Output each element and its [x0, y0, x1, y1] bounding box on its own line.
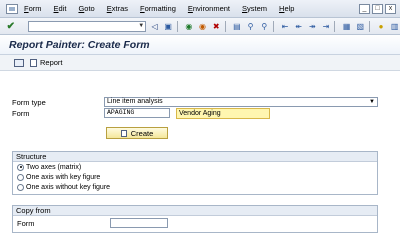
close-button[interactable]: x	[385, 4, 396, 14]
print-icon[interactable]: ▤	[232, 21, 243, 32]
shortcut-icon[interactable]: ▧	[355, 21, 366, 32]
radio-icon[interactable]	[17, 173, 24, 181]
toolbar-separator	[272, 20, 274, 32]
save-icon[interactable]: ▣	[163, 21, 174, 32]
toolbar-separator	[368, 20, 370, 32]
structure-option-one-axis-key[interactable]: One axis with key figure	[13, 172, 377, 182]
work-area: Form type Line item analysis ▼ Form APAG…	[0, 71, 400, 241]
last-page-icon[interactable]: ⇥	[321, 21, 332, 32]
enter-check-icon[interactable]: ✔	[4, 21, 18, 32]
other-form-icon[interactable]	[14, 58, 24, 67]
page-title: Report Painter: Create Form	[9, 38, 150, 51]
toolbar-separator	[224, 20, 226, 32]
structure-option-two-axes[interactable]: Two axes (matrix)	[13, 162, 377, 172]
application-toolbar: Report	[0, 55, 400, 71]
new-session-icon[interactable]: ▦	[341, 21, 352, 32]
back-arrow-icon[interactable]: ◁	[149, 21, 160, 32]
copy-form-input[interactable]	[110, 218, 168, 228]
system-menu-icon[interactable]	[6, 3, 18, 14]
form-description-input[interactable]: Vendor Aging	[176, 108, 270, 119]
form-label: Form	[12, 109, 30, 118]
menu-edit[interactable]: Edit	[54, 4, 67, 13]
menu-formatting[interactable]: Formatting	[140, 4, 176, 13]
form-type-label: Form type	[12, 98, 46, 107]
radio-selected-icon[interactable]	[17, 163, 24, 171]
first-page-icon[interactable]: ⇤	[280, 21, 291, 32]
chevron-down-icon[interactable]: ▼	[369, 98, 375, 106]
menu-environment[interactable]: Environment	[188, 4, 230, 13]
report-button-label: Report	[40, 58, 63, 67]
command-field[interactable]: ▼	[27, 20, 147, 32]
find-next-icon[interactable]: ⚲	[259, 21, 270, 32]
form-type-select[interactable]: Line item analysis ▼	[104, 97, 378, 107]
structure-option-label: Two axes (matrix)	[26, 163, 82, 171]
copy-from-group: Copy from Form	[12, 205, 378, 233]
create-button-label: Create	[130, 128, 154, 138]
structure-option-label: One axis with key figure	[26, 173, 101, 181]
layout-icon[interactable]: ▥	[389, 21, 400, 32]
minimize-button[interactable]: _	[359, 4, 370, 14]
cancel-icon[interactable]: ✖	[211, 21, 222, 32]
menu-form[interactable]: Form	[24, 4, 42, 13]
next-page-icon[interactable]: ↠	[307, 21, 318, 32]
report-button[interactable]: Report	[30, 58, 63, 67]
title-bar: Report Painter: Create Form	[0, 35, 400, 55]
radio-icon[interactable]	[17, 183, 24, 191]
toolbar-separator	[176, 20, 178, 32]
menu-help[interactable]: Help	[279, 4, 294, 13]
form-type-value: Line item analysis	[107, 98, 163, 105]
document-icon	[30, 58, 37, 67]
menu-extras[interactable]: Extras	[107, 4, 128, 13]
structure-group: Structure Two axes (matrix) One axis wit…	[12, 151, 378, 195]
create-document-icon	[120, 129, 127, 137]
form-input[interactable]: APAGING	[104, 108, 170, 118]
chevron-down-icon[interactable]: ▼	[138, 23, 144, 29]
exit-icon[interactable]: ◉	[197, 21, 208, 32]
standard-toolbar: ✔ ▼ ◁ ▣ ◉ ◉ ✖ ▤ ⚲ ⚲ ⇤ ↞ ↠ ⇥ ▦ ▧ ● ▥	[0, 18, 400, 35]
help-icon[interactable]: ●	[376, 21, 387, 32]
copy-from-title: Copy from	[13, 206, 377, 216]
window-controls: _ □ x	[359, 4, 396, 14]
find-icon[interactable]: ⚲	[245, 21, 256, 32]
back-icon[interactable]: ◉	[184, 21, 195, 32]
toolbar-separator	[334, 20, 336, 32]
menu-system[interactable]: System	[242, 4, 267, 13]
structure-title: Structure	[13, 152, 377, 162]
previous-page-icon[interactable]: ↞	[293, 21, 304, 32]
maximize-button[interactable]: □	[372, 4, 383, 14]
structure-option-one-axis-no-key[interactable]: One axis without key figure	[13, 182, 377, 192]
menu-goto[interactable]: Goto	[78, 4, 94, 13]
create-button[interactable]: Create	[106, 127, 168, 139]
structure-option-label: One axis without key figure	[26, 183, 111, 191]
copy-form-label: Form	[17, 219, 35, 228]
menu-bar: Form Edit Goto Extras Formatting Environ…	[0, 0, 400, 18]
